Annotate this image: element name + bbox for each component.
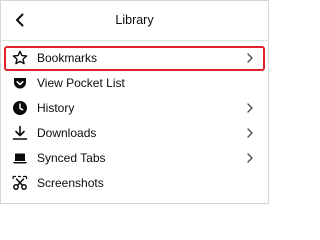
menu-item-synced-tabs[interactable]: Synced Tabs	[1, 146, 268, 171]
menu-item-label: View Pocket List	[37, 76, 125, 90]
pocket-icon	[12, 75, 28, 91]
library-menu: Bookmarks View Pocket List History Downl…	[1, 46, 268, 196]
synced-tabs-icon	[12, 150, 28, 166]
menu-item-label: Synced Tabs	[37, 151, 106, 165]
menu-item-view-pocket-list[interactable]: View Pocket List	[1, 71, 268, 96]
menu-item-label: Downloads	[37, 126, 97, 140]
panel-header: Library	[1, 1, 268, 39]
history-clock-icon	[12, 100, 28, 116]
menu-item-label: History	[37, 101, 75, 115]
menu-item-label: Bookmarks	[37, 51, 98, 65]
menu-item-label: Screenshots	[37, 176, 104, 190]
header-separator	[1, 40, 268, 41]
chevron-right-icon	[247, 153, 253, 163]
menu-item-history[interactable]: History	[1, 96, 268, 121]
library-panel: Library Bookmarks View Pocket List Histo…	[0, 0, 269, 204]
download-arrow-icon	[12, 125, 28, 141]
chevron-right-icon	[247, 128, 253, 138]
scissors-icon	[12, 175, 28, 191]
menu-item-screenshots[interactable]: Screenshots	[1, 171, 268, 196]
panel-title: Library	[115, 13, 154, 27]
menu-item-downloads[interactable]: Downloads	[1, 121, 268, 146]
chevron-right-icon	[247, 53, 253, 63]
star-icon	[12, 50, 28, 66]
chevron-right-icon	[247, 103, 253, 113]
menu-item-bookmarks[interactable]: Bookmarks	[4, 46, 265, 71]
